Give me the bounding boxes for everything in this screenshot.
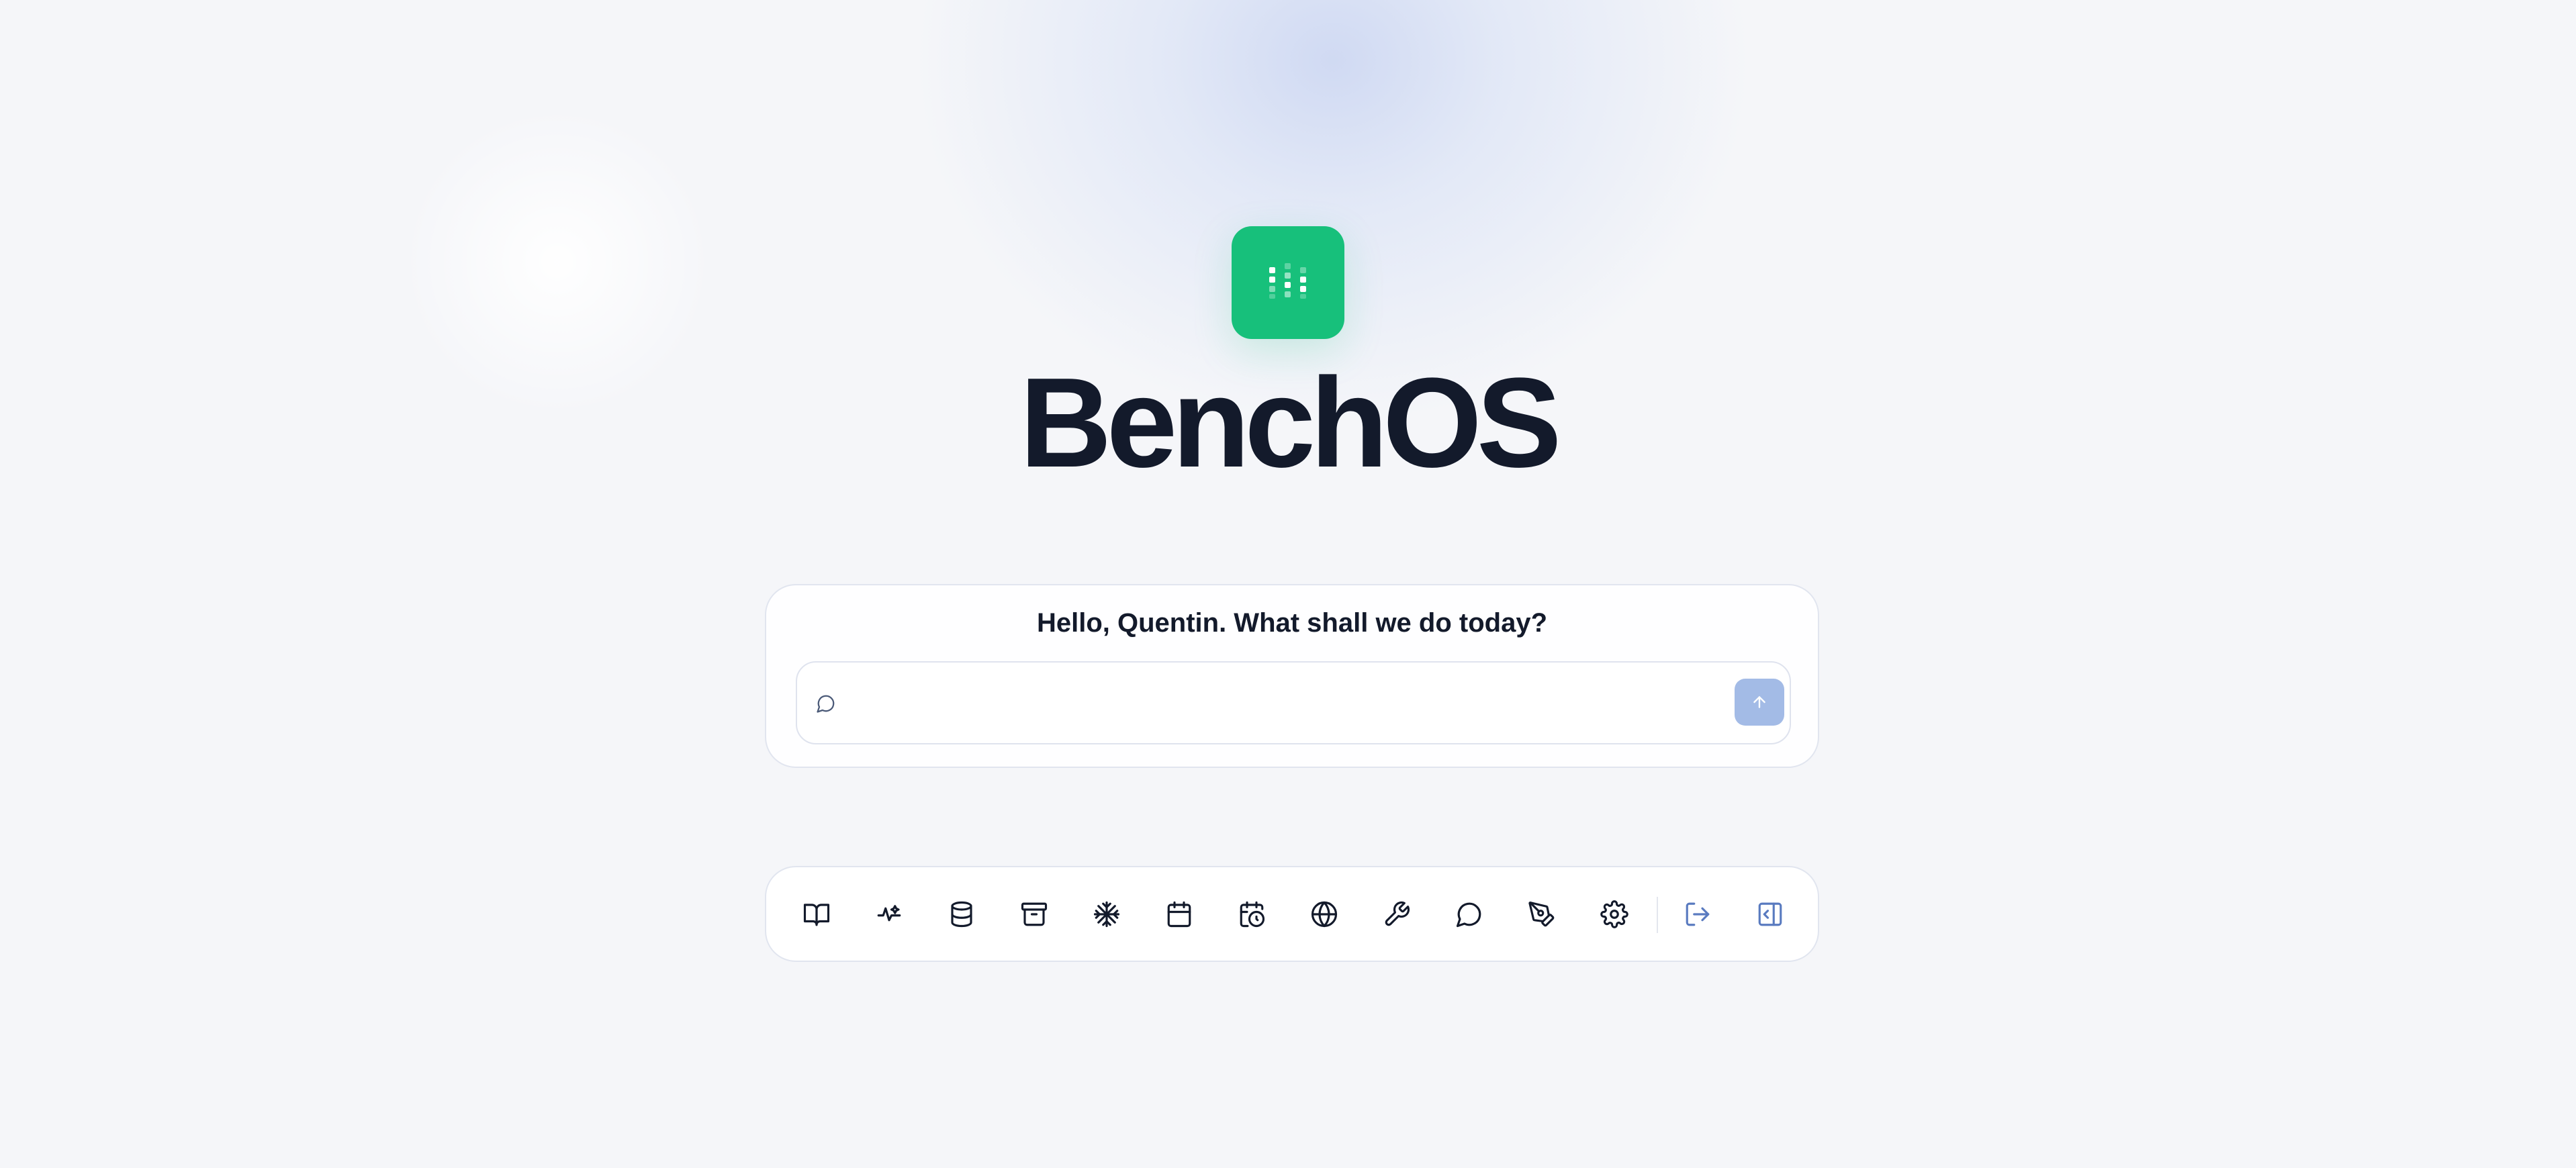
database-icon xyxy=(951,901,972,928)
chat-input[interactable] xyxy=(851,676,1686,731)
toolbar-sidebar-toggle-button[interactable] xyxy=(1750,894,1790,934)
toolbar-pen-tool-button[interactable] xyxy=(1522,894,1562,934)
app-toolbar xyxy=(765,866,1819,962)
benchos-bars-logo-icon xyxy=(1269,263,1306,299)
toolbar-globe-button[interactable] xyxy=(1304,894,1344,934)
toolbar-archive-button[interactable] xyxy=(1014,894,1054,934)
toolbar-divider xyxy=(1657,897,1658,933)
toolbar-snowflake-button[interactable] xyxy=(1087,894,1127,934)
app-title: BenchOS xyxy=(1019,352,1561,494)
arrow-up-icon xyxy=(1753,696,1765,708)
toolbar-chat-button[interactable] xyxy=(1449,894,1489,934)
wrench-icon xyxy=(1385,901,1410,926)
toolbar-sparkles-button[interactable] xyxy=(869,894,909,934)
gear-icon xyxy=(1600,900,1628,928)
sidebar-toggle-icon xyxy=(1758,902,1782,926)
toolbar-settings-button[interactable] xyxy=(1594,894,1635,934)
send-button[interactable] xyxy=(1735,679,1784,726)
snowflake-icon xyxy=(1093,901,1120,928)
calendar-clock-icon xyxy=(1240,901,1265,928)
pen-tool-icon xyxy=(1528,902,1555,927)
calendar-icon xyxy=(1167,901,1191,928)
chat-bubble-icon xyxy=(1456,902,1481,928)
toolbar-book-button[interactable] xyxy=(796,894,837,934)
globe-icon xyxy=(1311,901,1338,928)
toolbar-calendar-button[interactable] xyxy=(1159,894,1199,934)
toolbar-logout-button[interactable] xyxy=(1677,894,1718,934)
app-logo xyxy=(1232,226,1344,339)
chat-input-box[interactable] xyxy=(796,661,1791,744)
sparkles-icon xyxy=(877,905,901,922)
log-out-icon xyxy=(1686,902,1710,926)
prompt-card: Hello, Quentin. What shall we do today? xyxy=(765,584,1819,768)
toolbar-calendar-clock-button[interactable] xyxy=(1232,894,1272,934)
book-icon xyxy=(803,904,830,926)
toolbar-database-button[interactable] xyxy=(941,894,982,934)
greeting-text: Hello, Quentin. What shall we do today? xyxy=(1036,608,1548,638)
chat-bubble-icon xyxy=(817,695,835,713)
toolbar-wrench-button[interactable] xyxy=(1377,894,1417,934)
archive-icon xyxy=(1021,902,1048,926)
